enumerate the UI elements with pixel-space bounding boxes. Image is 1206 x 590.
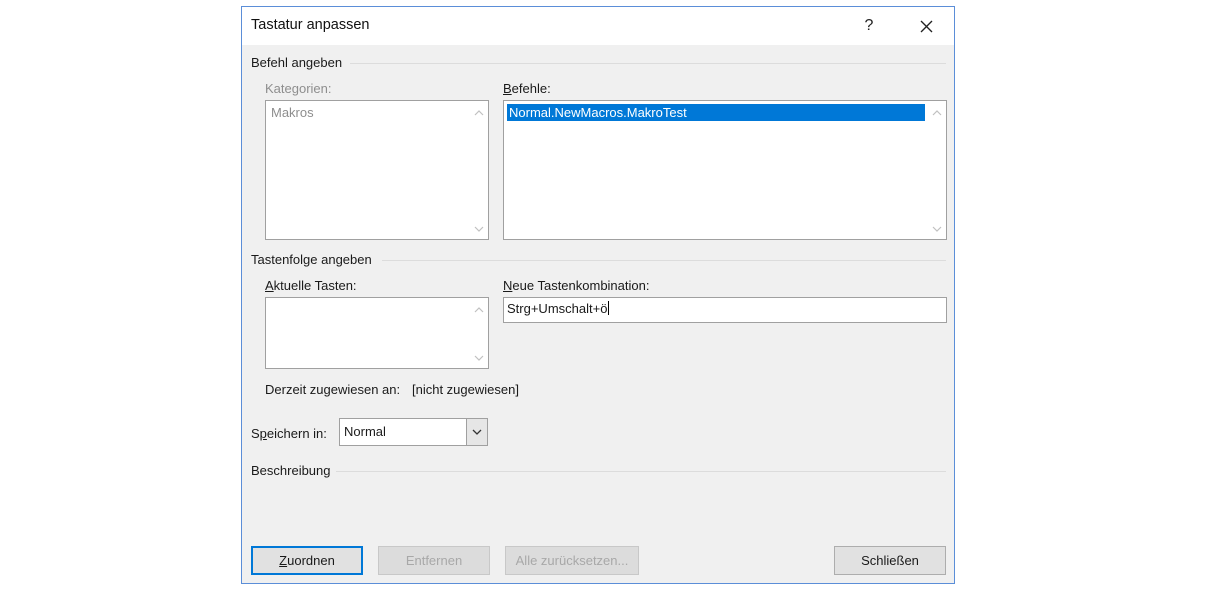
assign-label-rest: uordnen	[287, 553, 335, 568]
keys-group-divider	[382, 260, 946, 261]
commands-label-rest: efehle:	[511, 81, 551, 96]
current-keys-label-mnemonic: A	[265, 278, 274, 293]
new-combo-label-mnemonic: N	[503, 278, 513, 293]
assign-button[interactable]: Zuordnen	[251, 546, 363, 575]
categories-label: Kategorien:	[265, 81, 332, 96]
save-in-dropdown[interactable]: Normal	[339, 418, 488, 446]
description-heading: Beschreibung	[251, 463, 331, 478]
scroll-down-arrow-icon[interactable]	[474, 354, 484, 362]
assign-mnemonic: Z	[279, 553, 288, 568]
command-group-heading: Befehl angeben	[251, 55, 343, 70]
current-keys-listbox[interactable]	[265, 297, 489, 369]
scroll-down-arrow-icon[interactable]	[474, 225, 484, 233]
scroll-up-arrow-icon[interactable]	[474, 306, 484, 314]
save-in-label: Speichern in:	[251, 426, 327, 441]
new-combo-label: Neue Tastenkombination:	[503, 278, 649, 293]
commands-label-mnemonic: B	[503, 81, 512, 96]
text-caret	[608, 301, 610, 315]
description-divider	[336, 471, 946, 472]
commands-label: Befehle:	[503, 81, 551, 96]
current-keys-label: Aktuelle Tasten:	[265, 278, 357, 293]
scroll-down-arrow-icon[interactable]	[932, 225, 942, 233]
remove-button[interactable]: Entfernen	[378, 546, 490, 575]
chevron-down-icon	[472, 429, 482, 435]
help-icon: ?	[864, 17, 874, 34]
close-button[interactable]: Schließen	[834, 546, 946, 575]
scroll-up-arrow-icon[interactable]	[474, 109, 484, 117]
keys-group-heading: Tastenfolge angeben	[251, 252, 372, 267]
title-bar: Tastatur anpassen ?	[242, 7, 954, 45]
save-in-value: Normal	[344, 424, 386, 439]
new-combo-input[interactable]: Strg+Umschalt+ö	[503, 297, 947, 323]
commands-listbox[interactable]: Normal.NewMacros.MakroTest	[503, 100, 947, 240]
customize-keyboard-dialog: Tastatur anpassen ? Befehl angeben Kateg…	[241, 6, 955, 584]
dropdown-button[interactable]	[466, 419, 487, 445]
new-combo-label-rest: eue Tastenkombination:	[512, 278, 650, 293]
current-keys-label-rest: ktuelle Tasten:	[273, 278, 357, 293]
assigned-to-value: [nicht zugewiesen]	[412, 382, 519, 397]
save-in-label-rest: eichern in:	[266, 426, 327, 441]
category-item[interactable]: Makros	[269, 104, 314, 121]
assigned-to-label: Derzeit zugewiesen an:	[265, 382, 401, 397]
dialog-title: Tastatur anpassen	[251, 17, 370, 33]
command-item-selected[interactable]: Normal.NewMacros.MakroTest	[507, 104, 925, 121]
close-window-button[interactable]	[906, 11, 946, 41]
reset-all-button[interactable]: Alle zurücksetzen...	[505, 546, 639, 575]
close-icon	[920, 20, 933, 33]
scroll-up-arrow-icon[interactable]	[932, 109, 942, 117]
command-group-divider	[350, 63, 946, 64]
help-button[interactable]: ?	[854, 11, 884, 41]
new-combo-value: Strg+Umschalt+ö	[507, 301, 608, 316]
save-in-label-mnemonic: p	[259, 426, 267, 441]
save-in-label-start: S	[251, 426, 260, 441]
categories-listbox[interactable]: Makros	[265, 100, 489, 240]
